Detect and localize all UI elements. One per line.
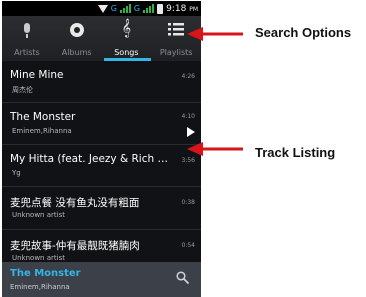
track-duration: 0:38 [181, 199, 195, 206]
track-listing-arrow [187, 142, 243, 156]
track-duration: 4:26 [181, 73, 195, 80]
search-options-callout: Search Options [255, 25, 352, 40]
tab-playlists-label: Playlists [159, 48, 193, 57]
signal-icon-2 [143, 4, 155, 13]
tab-songs-label: Songs [114, 48, 139, 57]
signal-icon [119, 4, 131, 13]
track-title: My Hitta (feat. Jeezy & Rich Homie Quan) [10, 153, 174, 165]
now-playing-artist: Eminem,Rihanna [10, 283, 70, 291]
tab-songs[interactable]: 𝄞 Songs [102, 16, 152, 61]
track-duration: 0:54 [181, 242, 195, 249]
status-bar: G G 9:18 PM [2, 1, 201, 16]
track-row[interactable]: The Monster Eminem,Rihanna 4:10 [2, 103, 201, 145]
disc-icon [69, 23, 84, 37]
network-type-label-2: G [133, 4, 141, 13]
track-artist: Eminem,Rihanna [12, 127, 72, 135]
track-duration: 3:56 [181, 157, 195, 164]
playlist-icon [168, 23, 185, 36]
track-artist: 周杰伦 [12, 86, 33, 94]
track-list: Mine Mine 周杰伦 4:26 The Monster Eminem,Ri… [2, 61, 201, 273]
track-title: 麦兜点餐 没有鱼丸没有粗面 [10, 197, 140, 209]
now-playing-bar[interactable]: The Monster Eminem,Rihanna [2, 262, 201, 297]
track-artist: Unknown artist [12, 211, 65, 219]
tab-artists-label: Artists [14, 48, 40, 57]
battery-icon [157, 3, 164, 14]
tab-albums[interactable]: Albums [52, 16, 102, 61]
play-icon[interactable] [187, 127, 195, 137]
track-row[interactable]: Mine Mine 周杰伦 4:26 [2, 61, 201, 103]
track-duration: 4:10 [181, 113, 195, 120]
track-listing-callout: Track Listing [255, 145, 336, 160]
network-type-label: G [110, 4, 117, 13]
tab-albums-label: Albums [61, 48, 92, 57]
search-options-arrow [187, 27, 243, 41]
track-row[interactable]: My Hitta (feat. Jeezy & Rich Homie Quan)… [2, 145, 201, 187]
library-tab-bar: Artists Albums 𝄞 Songs Playlists [2, 16, 201, 61]
phone-screen: G G 9:18 PM Artists Albums 𝄞 Songs Playl… [2, 1, 201, 297]
track-title: The Monster [10, 111, 76, 123]
search-icon[interactable] [176, 271, 189, 284]
clock: 9:18 PM [166, 3, 198, 14]
microphone-icon [23, 23, 30, 38]
track-row[interactable]: 麦兜点餐 没有鱼丸没有粗面 Unknown artist 0:38 [2, 187, 201, 230]
tab-artists[interactable]: Artists [2, 16, 52, 61]
track-artist: Unknown artist [12, 254, 65, 262]
wifi-icon [97, 4, 108, 13]
now-playing-title: The Monster [10, 268, 81, 279]
track-title: 麦兜故事-仲有最靓既猪腩肉 [10, 240, 140, 252]
track-artist: Yg [12, 169, 21, 177]
music-note-icon: 𝄞 [121, 18, 132, 37]
track-title: Mine Mine [10, 69, 64, 81]
